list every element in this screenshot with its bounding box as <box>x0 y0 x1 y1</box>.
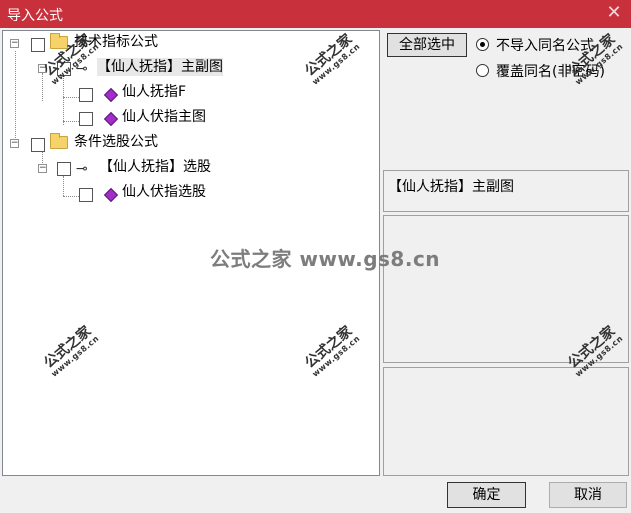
radio-skip-label[interactable]: 不导入同名公式 <box>496 35 594 55</box>
checkbox-group-indicators[interactable] <box>31 38 45 52</box>
tree-formula-label[interactable]: 【仙人抚指】选股 <box>99 158 211 176</box>
expander-icon[interactable]: − <box>10 139 19 148</box>
tree-item-label[interactable]: 仙人伏指选股 <box>122 183 206 201</box>
tree-connector <box>42 73 43 101</box>
formula-notes-box[interactable] <box>383 367 629 476</box>
key-icon: ⊸ <box>76 161 88 177</box>
radio-skip-duplicates[interactable] <box>476 38 489 51</box>
ok-button[interactable]: 确定 <box>447 482 526 508</box>
tree-formula-label[interactable]: 【仙人抚指】主副图 <box>97 58 223 76</box>
checkbox-item[interactable] <box>79 188 93 202</box>
tree-connector <box>15 51 16 144</box>
close-icon[interactable]: ✕ <box>605 3 623 23</box>
checkbox-item[interactable] <box>79 112 93 126</box>
selected-formula-name: 【仙人抚指】主副图 <box>388 179 514 195</box>
formula-icon <box>103 187 119 203</box>
cancel-button[interactable]: 取消 <box>549 482 627 508</box>
checkbox-formula-screening[interactable] <box>57 162 71 176</box>
tree-item-label[interactable]: 仙人抚指F <box>122 83 186 101</box>
checkbox-item[interactable] <box>79 88 93 102</box>
radio-overwrite[interactable] <box>476 64 489 77</box>
expander-icon[interactable]: − <box>10 39 19 48</box>
selected-formula-box: 【仙人抚指】主副图 <box>383 170 629 212</box>
select-all-button[interactable]: 全部选中 <box>387 33 467 57</box>
formula-icon <box>103 111 119 127</box>
tree-group-label[interactable]: 条件选股公式 <box>74 133 158 151</box>
expander-icon[interactable]: − <box>38 164 47 173</box>
checkbox-group-screening[interactable] <box>31 138 45 152</box>
tree-connector <box>63 176 64 196</box>
watermark-center: 公式之家 www.gs8.cn <box>210 247 441 271</box>
formula-icon <box>103 87 119 103</box>
folder-icon <box>50 133 68 149</box>
tree-item-label[interactable]: 仙人伏指主图 <box>122 108 206 126</box>
title-bar: 导入公式 ✕ <box>0 0 631 28</box>
window-title: 导入公式 <box>7 8 63 24</box>
